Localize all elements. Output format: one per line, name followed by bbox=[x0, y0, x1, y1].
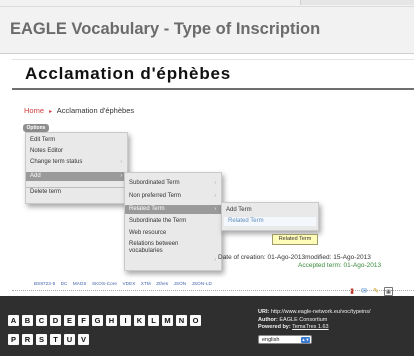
alphabet-letter[interactable]: I bbox=[120, 315, 131, 326]
footer-uri-label: URI: bbox=[258, 309, 270, 315]
footer-powered-label: Powered by: bbox=[258, 324, 291, 330]
breadcrumb-current: Acclamation d'éphèbes bbox=[56, 106, 135, 115]
qr-icon[interactable]: ▦ bbox=[384, 287, 393, 296]
menu-item-label: Add Term bbox=[226, 207, 252, 213]
footer-author-value: EAGLE Consortium bbox=[279, 316, 328, 323]
breadcrumb-home-link[interactable]: Home bbox=[24, 106, 44, 115]
menu-item-label: Related Term bbox=[129, 206, 165, 212]
alphabet-letter[interactable]: S bbox=[36, 334, 47, 345]
menu-item-label: Add bbox=[30, 173, 41, 179]
format-link[interactable]: BS8723-5 bbox=[34, 281, 55, 286]
menu-item-label: Change term status bbox=[30, 159, 83, 165]
alphabet-letter[interactable]: U bbox=[64, 334, 75, 345]
language-select-value: english bbox=[262, 337, 280, 343]
format-link[interactable]: SKOS-Core bbox=[92, 281, 117, 286]
format-link[interactable]: JSON-LD bbox=[192, 281, 212, 286]
menu-item-subordinated-term[interactable]: Subordinated Term › bbox=[125, 179, 221, 188]
format-link[interactable]: XTM bbox=[141, 281, 151, 286]
tematres-link[interactable]: TemaTres 1.63 bbox=[292, 324, 328, 330]
format-link[interactable]: Zthes bbox=[156, 281, 168, 286]
alphabet-letter[interactable]: V bbox=[78, 334, 89, 345]
chevron-right-icon: › bbox=[214, 193, 216, 199]
menu-item-change-term-status[interactable]: Change term status › bbox=[26, 158, 127, 167]
chevron-right-icon: › bbox=[120, 159, 122, 165]
footer-author-label: Author: bbox=[258, 316, 278, 323]
footer-info: URI: http://www.eagle-network.eu/voc/typ… bbox=[258, 309, 371, 332]
alphabet-letter[interactable]: N bbox=[176, 315, 187, 326]
divider bbox=[12, 290, 414, 291]
alphabet-letter[interactable]: E bbox=[64, 315, 75, 326]
language-select[interactable]: english ▲▼ bbox=[258, 335, 312, 344]
alphabet-index-row-1: ABCDEFGHIKLMNO bbox=[8, 310, 204, 328]
menu-item-label: Subordinated Term bbox=[129, 180, 180, 186]
menu-item-edit-term[interactable]: Edit Term bbox=[26, 136, 127, 145]
breadcrumb: Home ▸ Acclamation d'éphèbes bbox=[24, 106, 134, 115]
chevron-right-icon: › bbox=[214, 257, 216, 263]
browser-tab[interactable] bbox=[300, 0, 414, 5]
footer-uri-value: http://www.eagle-network.eu/voc/typeins/ bbox=[270, 309, 371, 315]
options-menu: Edit Term Notes Editor Change term statu… bbox=[25, 132, 128, 204]
menu-item-label: Notes Editor bbox=[30, 148, 64, 154]
menu-item-label: Web resource bbox=[129, 230, 167, 236]
alphabet-letter[interactable]: T bbox=[50, 334, 61, 345]
creation-modified-date: Date of creation: 01-Ago-2013modified: 1… bbox=[218, 254, 371, 261]
tooltip: Related Term bbox=[272, 234, 318, 245]
alphabet-letter[interactable]: A bbox=[8, 315, 19, 326]
menu-item-label: Related Term bbox=[228, 218, 264, 224]
menu-item-label: Non preferred Term bbox=[129, 193, 181, 199]
alphabet-letter[interactable]: M bbox=[162, 315, 173, 326]
alphabet-letter[interactable]: P bbox=[8, 334, 19, 345]
menu-item-non-preferred-term[interactable]: Non preferred Term › bbox=[125, 192, 221, 201]
alphabet-letter[interactable]: C bbox=[36, 315, 47, 326]
menu-item-related-term-option[interactable]: Related Term bbox=[224, 217, 316, 226]
menu-item-subordinate-the-term[interactable]: Subordinate the Term bbox=[125, 217, 221, 226]
menu-item-add[interactable]: Add › bbox=[26, 172, 127, 181]
chevron-right-icon: › bbox=[120, 173, 122, 179]
format-link[interactable]: MADS bbox=[73, 281, 87, 286]
menu-item-relations-arrow: › bbox=[125, 256, 221, 265]
menu-item-add-term[interactable]: Add Term bbox=[222, 206, 318, 215]
menu-item-label: Edit Term bbox=[30, 137, 56, 143]
format-link[interactable]: VDEX bbox=[122, 281, 135, 286]
menu-item-notes-editor[interactable]: Notes Editor bbox=[26, 147, 127, 156]
alphabet-letter[interactable]: H bbox=[106, 315, 117, 326]
alphabet-letter[interactable]: D bbox=[50, 315, 61, 326]
related-term-submenu: Add Term Related Term bbox=[221, 202, 319, 231]
alphabet-index-row-2: PRSTUV bbox=[8, 329, 92, 347]
menu-item-delete-term[interactable]: Delete term bbox=[26, 187, 127, 197]
alphabet-letter[interactable]: K bbox=[134, 315, 145, 326]
breadcrumb-separator-icon: ▸ bbox=[49, 109, 53, 115]
chevron-right-icon: › bbox=[214, 206, 216, 212]
format-links: BS8723-5 DC MADS SKOS-Core VDEX XTM Zthe… bbox=[34, 281, 216, 286]
options-button[interactable]: Options bbox=[23, 124, 49, 132]
menu-item-related-term[interactable]: Related Term › bbox=[125, 205, 221, 214]
site-title: EAGLE Vocabulary - Type of Inscription bbox=[10, 20, 321, 38]
alphabet-letter[interactable]: L bbox=[148, 315, 159, 326]
add-submenu: Subordinated Term › Non preferred Term ›… bbox=[124, 172, 222, 271]
menu-item-label: Delete term bbox=[30, 189, 62, 195]
page-title: Acclamation d'éphèbes bbox=[25, 64, 232, 83]
chevron-updown-icon: ▲▼ bbox=[301, 337, 310, 343]
footer-powered: Powered by: TemaTres 1.63 bbox=[258, 324, 371, 332]
accepted-date: Accepted term: 01-Ago-2013 bbox=[298, 262, 382, 269]
footer-uri: URI: http://www.eagle-network.eu/voc/typ… bbox=[258, 309, 371, 317]
menu-item-label: Relations between vocabularies bbox=[129, 241, 179, 254]
menu-item-label: Subordinate the Term bbox=[129, 218, 187, 224]
menu-item-relations-between-vocabularies[interactable]: Relations between vocabularies bbox=[125, 241, 205, 255]
alphabet-letter[interactable]: B bbox=[22, 315, 33, 326]
alphabet-letter[interactable]: G bbox=[92, 315, 103, 326]
format-link[interactable]: JSON bbox=[174, 281, 187, 286]
chevron-right-icon: › bbox=[214, 180, 216, 186]
alphabet-letter[interactable]: F bbox=[78, 315, 89, 326]
alphabet-letter[interactable]: O bbox=[190, 315, 201, 326]
format-link[interactable]: DC bbox=[61, 281, 68, 286]
menu-item-web-resource[interactable]: Web resource bbox=[125, 229, 221, 238]
footer-author: Author: EAGLE Consortium bbox=[258, 317, 371, 325]
alphabet-letter[interactable]: R bbox=[22, 334, 33, 345]
